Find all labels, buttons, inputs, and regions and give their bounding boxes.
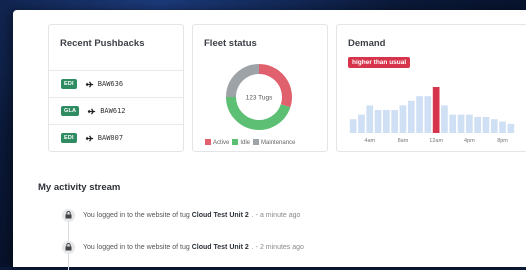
- plane-icon: [88, 107, 96, 115]
- demand-x-tick: 4am: [364, 138, 375, 144]
- activity-text: You logged in to the website of tug: [83, 243, 190, 251]
- airport-badge: EDI: [61, 79, 77, 89]
- activity-item: You logged in to the website of tug Clou…: [62, 240, 304, 254]
- pushback-row[interactable]: EDI BAW636: [49, 70, 183, 97]
- demand-bar: [399, 105, 407, 133]
- demand-bar: [507, 123, 515, 133]
- fleet-legend: Active Idle Maintenance: [205, 139, 295, 146]
- fleet-status-title: Fleet status: [204, 38, 257, 49]
- demand-title: Demand: [348, 38, 386, 49]
- flight-number: BAW007: [97, 134, 124, 142]
- activity-time: . - 2 minutes ago: [251, 243, 304, 251]
- airport-badge: EDI: [61, 133, 77, 143]
- demand-bar: [391, 110, 398, 133]
- recent-pushbacks-title: Recent Pushbacks: [60, 38, 145, 49]
- fleet-center-label: 123 Tugs: [246, 95, 273, 102]
- tug-link[interactable]: Cloud Test Unit 2: [192, 244, 249, 251]
- activity-time: . - a minute ago: [251, 211, 301, 219]
- demand-bar: [374, 110, 382, 133]
- demand-bar: [499, 121, 506, 133]
- flight-number: BAW612: [100, 107, 126, 115]
- fleet-status-card: Fleet status 123 Tugs Active Idle Mainte…: [192, 24, 328, 152]
- fleet-donut-chart: 123 Tugs: [226, 64, 292, 130]
- legend-item-maintenance: Maintenance: [253, 139, 295, 146]
- demand-x-tick: 4pm: [464, 138, 475, 144]
- demand-bar: [482, 116, 490, 133]
- demand-bar: [416, 96, 423, 133]
- demand-bar: [457, 114, 465, 133]
- recent-pushbacks-card: Recent Pushbacks EDI BAW636 GLA BAW612 E…: [48, 24, 184, 152]
- dashboard-window: Recent Pushbacks EDI BAW636 GLA BAW612 E…: [13, 10, 526, 270]
- legend-item-idle: Idle: [232, 139, 250, 146]
- lock-icon: [62, 240, 75, 254]
- plane-icon: [85, 80, 93, 88]
- demand-bar: [449, 114, 457, 133]
- demand-bar: [366, 105, 374, 133]
- demand-x-tick: 12am: [429, 138, 443, 144]
- pushbacks-list: EDI BAW636 GLA BAW612 EDI BAW007: [49, 70, 183, 151]
- demand-bar: [407, 100, 415, 133]
- demand-bar: [474, 116, 481, 133]
- airport-badge: GLA: [61, 106, 80, 116]
- demand-bar-chart: 4am 8am 12am 4pm 8pm: [349, 87, 515, 144]
- tug-link[interactable]: Cloud Test Unit 2: [192, 212, 249, 219]
- demand-bar: [383, 110, 390, 133]
- legend-item-active: Active: [205, 139, 229, 146]
- demand-bar: [466, 114, 473, 133]
- demand-bar: [441, 105, 448, 133]
- flight-number: BAW636: [97, 80, 124, 88]
- pushback-row[interactable]: GLA BAW612: [49, 97, 183, 124]
- plane-icon: [85, 134, 93, 142]
- demand-bar: [424, 96, 432, 133]
- lock-icon: [62, 208, 75, 222]
- activity-stream-title: My activity stream: [38, 182, 121, 193]
- donut-slice-maintenance: [226, 64, 260, 98]
- demand-status-badge: higher than usual: [348, 57, 411, 68]
- demand-x-tick: 8pm: [497, 138, 508, 144]
- demand-card: Demand higher than usual 4am 8am 12am 4pm 8p…: [336, 24, 526, 152]
- demand-bar-current: [432, 87, 440, 133]
- demand-bar: [490, 119, 498, 133]
- demand-bar: [349, 119, 357, 133]
- pushback-row[interactable]: EDI BAW007: [49, 124, 183, 151]
- demand-bar: [358, 114, 365, 133]
- activity-item: You logged in to the website of tug Clou…: [62, 208, 300, 222]
- activity-text: You logged in to the website of tug: [83, 211, 190, 219]
- demand-x-tick: 8am: [398, 138, 409, 144]
